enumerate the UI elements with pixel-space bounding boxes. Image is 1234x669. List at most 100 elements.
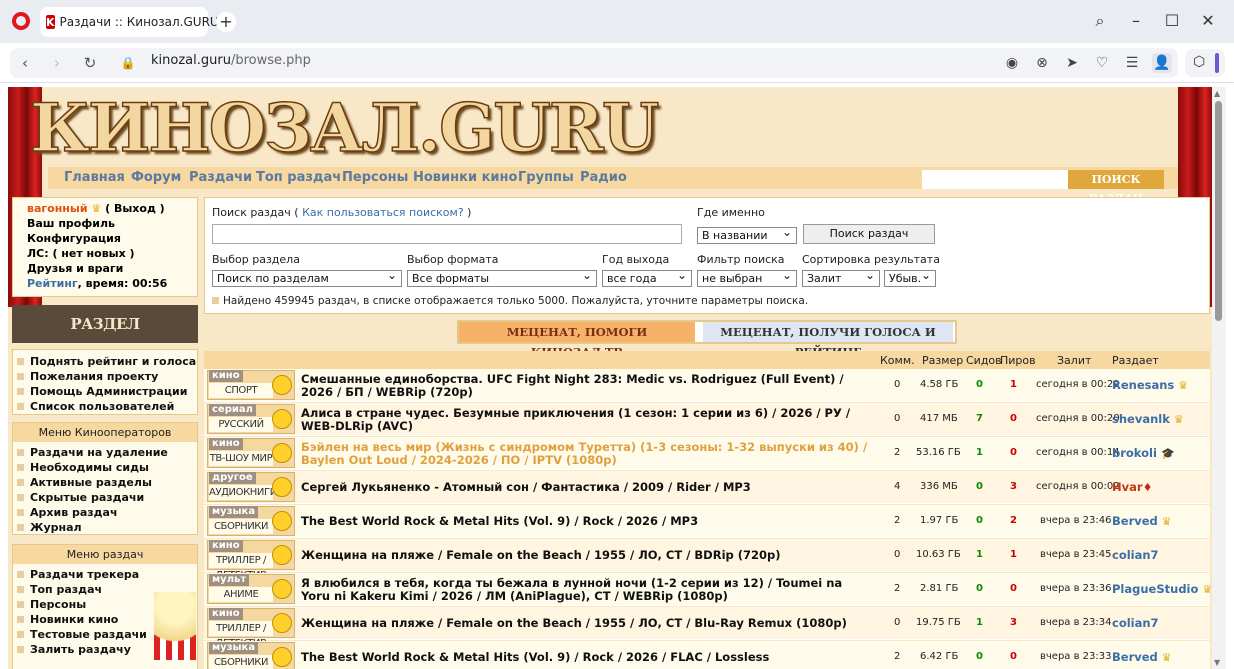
pm-link[interactable]: ЛС: ( нет новых )	[27, 246, 197, 261]
scroll-down-icon[interactable]: ▼	[1214, 658, 1220, 667]
filter-select[interactable]: не выбран	[697, 268, 797, 287]
browser-tab[interactable]: K Раздачи :: Кинозал.GURU	[40, 7, 219, 37]
category-badge[interactable]: кино ТВ-ШОУ МИР	[207, 438, 295, 468]
sort-select[interactable]: Залит	[802, 268, 880, 287]
menu-home[interactable]: Главная	[64, 170, 125, 185]
uploader-link[interactable]: Hvar♦	[1112, 480, 1152, 494]
release-title[interactable]: The Best World Rock & Metal Hits (Vol. 9…	[301, 507, 871, 536]
camera-icon[interactable]: ◉	[1002, 53, 1022, 73]
year-select[interactable]: все года	[602, 268, 692, 287]
top-search-button[interactable]: ПОИСК РАЗДАЧ	[1068, 170, 1164, 205]
menu-new-movies[interactable]: Новинки кино	[413, 170, 517, 185]
category-badge[interactable]: киноТРИЛЛЕР / ДЕТЕКТИВ	[207, 540, 295, 581]
scroll-thumb[interactable]	[1215, 101, 1222, 321]
config-link[interactable]: Конфигурация	[27, 231, 197, 246]
new-tab-button[interactable]: +	[216, 12, 236, 32]
minimize-icon[interactable]: –	[1125, 10, 1147, 32]
menu-top[interactable]: Топ раздач	[256, 170, 341, 185]
list-item[interactable]: Раздачи на удаление	[13, 445, 197, 460]
uploader-link[interactable]: colian7	[1112, 616, 1159, 630]
page-scrollbar[interactable]: ▲ ▼	[1212, 87, 1226, 669]
reload-icon[interactable]: ↻	[80, 53, 100, 73]
profile-link[interactable]: Ваш профиль	[27, 216, 197, 231]
menu-forum[interactable]: Форум	[131, 170, 181, 185]
send-icon[interactable]: ➤	[1062, 53, 1082, 73]
search-button[interactable]: Поиск раздач	[803, 224, 935, 244]
list-item[interactable]: Поднять рейтинг и голоса	[13, 354, 197, 369]
logout-link[interactable]: ( Выход )	[105, 202, 165, 215]
uploader-link[interactable]: Berved ♛	[1112, 514, 1172, 528]
url-text[interactable]: kinozal.guru/browse.php	[151, 53, 311, 68]
close-window-icon[interactable]: ✕	[1197, 10, 1219, 32]
category-badge[interactable]: музыка СБОРНИКИ	[207, 642, 295, 669]
uploader-link[interactable]: Renesans ♛	[1112, 378, 1188, 392]
top-search-input[interactable]	[922, 170, 1068, 189]
category-badge[interactable]: киноТРИЛЛЕР / ДЕТЕКТИВ	[207, 608, 295, 649]
list-item[interactable]: Пожелания проекту	[13, 369, 197, 384]
heart-icon[interactable]: ♡	[1092, 53, 1112, 73]
maximize-icon[interactable]: ☐	[1161, 10, 1183, 32]
release-title[interactable]: Женщина на пляже / Female on the Beach /…	[301, 541, 871, 570]
release-title[interactable]: Я влюбился в тебя, когда ты бежала в лун…	[301, 575, 871, 604]
menu-radio[interactable]: Радио	[580, 170, 627, 185]
site-logo[interactable]: КИНОЗАЛ.GURU	[29, 88, 660, 168]
release-title[interactable]: Смешанные единоборства. UFC Fight Night …	[301, 371, 871, 400]
col-uploader[interactable]: Раздает	[1112, 354, 1159, 367]
release-title[interactable]: Женщина на пляже / Female on the Beach /…	[301, 609, 871, 638]
howto-link[interactable]: Как пользоваться поиском?	[302, 206, 464, 219]
list-item[interactable]: Журнал	[13, 520, 197, 535]
uploader-link[interactable]: PlagueStudio ♛	[1112, 582, 1212, 596]
opera-logo-icon[interactable]	[12, 12, 30, 30]
list-item[interactable]: Список пользователей	[13, 399, 197, 414]
list-item[interactable]: Раздачи трекера	[13, 567, 197, 582]
release-title[interactable]: Бэйлен на весь мир (Жизнь с синдромом Ту…	[301, 439, 871, 468]
uploader-link[interactable]: Berved ♛	[1112, 650, 1172, 664]
uploader-link[interactable]: colian7	[1112, 548, 1159, 562]
uploader-link[interactable]: brokoli 🎓	[1112, 446, 1175, 460]
adblock-icon[interactable]: ⊗	[1032, 53, 1052, 73]
release-title[interactable]: Сергей Лукьяненко - Атомный сон / Фантас…	[301, 473, 871, 502]
extensions-icon[interactable]: ⬡	[1193, 54, 1205, 70]
order-select[interactable]: Убыв.	[884, 268, 936, 287]
mecenat-help-link[interactable]: МЕЦЕНАТ, ПОМОГИ КИНОЗАЛ.ТВ	[459, 322, 695, 359]
menu-groups[interactable]: Группы	[518, 170, 574, 185]
col-seeds[interactable]: Сидов	[966, 354, 1002, 367]
list-item[interactable]: Необходимы сиды	[13, 460, 197, 475]
back-icon[interactable]: ‹	[15, 53, 35, 73]
where-select[interactable]: В названии	[697, 225, 797, 244]
list-item[interactable]: Активные разделы	[13, 475, 197, 490]
profile-icon[interactable]: 👤	[1152, 53, 1172, 73]
peers: 3	[1010, 481, 1017, 492]
forward-icon[interactable]: ›	[47, 53, 67, 73]
username[interactable]: вагонный	[27, 202, 88, 215]
list-item[interactable]: Скрытые раздачи	[13, 490, 197, 505]
scroll-up-icon[interactable]: ▲	[1214, 89, 1220, 98]
release-title[interactable]: Алиса в стране чудес. Безумные приключен…	[301, 405, 871, 434]
category-badge[interactable]: кино СПОРТ	[207, 370, 295, 400]
category-badge[interactable]: музыка СБОРНИКИ	[207, 506, 295, 536]
list-item[interactable]: Архив раздач	[13, 505, 197, 520]
mecenat-section-banner[interactable]: РАЗДЕЛ МЕЦЕНАТОВ	[12, 305, 198, 371]
col-comments[interactable]: Комм.	[880, 354, 915, 367]
friends-link[interactable]: Друзья и враги	[27, 261, 197, 276]
col-size[interactable]: Размер	[922, 354, 963, 367]
list-item[interactable]: Помощь Администрации	[13, 384, 197, 399]
search-input[interactable]	[212, 224, 682, 244]
category-badge[interactable]: сериал РУССКИЙ	[207, 404, 295, 434]
menu-persons[interactable]: Персоны	[342, 170, 408, 185]
section-select[interactable]: Поиск по разделам	[212, 268, 402, 287]
format-select[interactable]: Все форматы	[407, 268, 597, 287]
col-added[interactable]: Залит	[1057, 354, 1091, 367]
col-peers[interactable]: Пиров	[1000, 354, 1036, 367]
uploader-link[interactable]: shevanlk ♛	[1112, 412, 1184, 426]
menu-settings-icon[interactable]: ☰	[1122, 53, 1142, 73]
rating-link[interactable]: Рейтинг	[27, 277, 78, 290]
mecenat-votes-link[interactable]: МЕЦЕНАТ, ПОЛУЧИ ГОЛОСА И РЕЙТИНГ	[703, 322, 953, 359]
category-badge[interactable]: мульт АНИМЕ	[207, 574, 295, 604]
menu-releases[interactable]: Раздачи	[189, 170, 252, 185]
release-title[interactable]: The Best World Rock & Metal Hits (Vol. 9…	[301, 643, 871, 669]
category-badge[interactable]: другое АУДИОКНИГИ	[207, 472, 295, 502]
search-tabs-icon[interactable]: ⌕	[1089, 10, 1111, 32]
sidebar-toggle[interactable]	[1215, 53, 1219, 73]
lock-icon[interactable]: 🔒	[118, 53, 138, 73]
